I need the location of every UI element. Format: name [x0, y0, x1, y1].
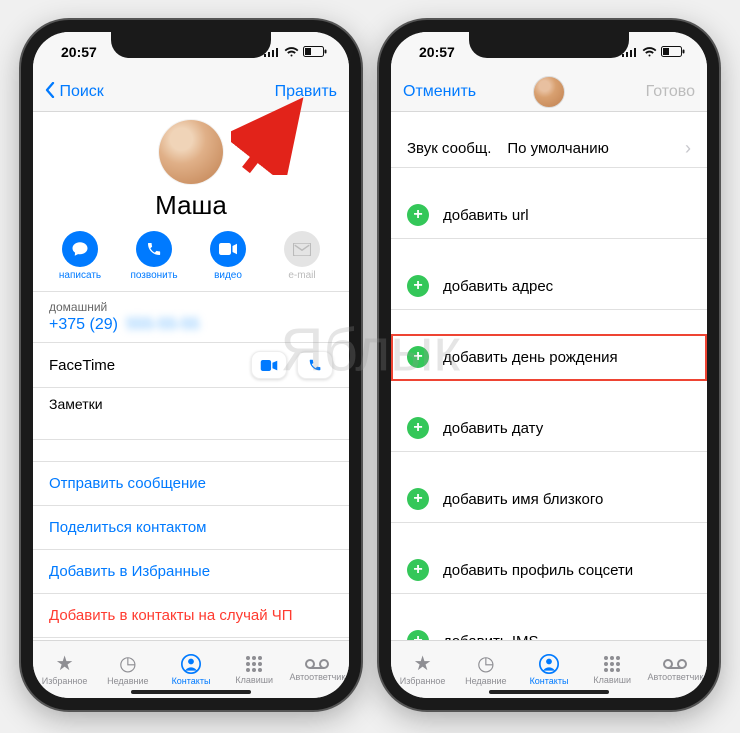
message-action[interactable]: написать: [54, 231, 106, 281]
add-address-label: добавить адрес: [443, 278, 553, 295]
message-label: написать: [59, 270, 101, 281]
phone-icon: [146, 241, 162, 257]
plus-icon: +: [407, 630, 429, 640]
plus-icon: +: [407, 559, 429, 581]
add-url-row[interactable]: + добавить url: [391, 192, 707, 239]
call-label: позвонить: [130, 270, 177, 281]
phone-type-label: домашний: [49, 300, 333, 314]
keypad-icon: [603, 655, 621, 673]
add-ims-label: добавить IMS: [443, 633, 539, 641]
message-icon: [71, 240, 89, 258]
device-right: 20:57 Отменить Готово Звук сообщ. По умо…: [379, 20, 719, 710]
clock-icon: ◷: [477, 654, 494, 674]
call-action[interactable]: позвонить: [128, 231, 180, 281]
facetime-video-button[interactable]: [251, 351, 287, 379]
tab-favorites[interactable]: ★ Избранное: [391, 641, 454, 698]
done-button: Готово: [646, 83, 695, 101]
wifi-icon: [284, 47, 299, 58]
share-contact-link[interactable]: Поделиться контактом: [33, 506, 349, 550]
plus-icon: +: [407, 346, 429, 368]
phone-visible: +375 (29): [49, 316, 118, 333]
device-left: 20:57 Поиск Править: [21, 20, 361, 710]
nav-avatar[interactable]: [533, 76, 565, 108]
tab-favorites[interactable]: ★ Избранное: [33, 641, 96, 698]
status-time: 20:57: [61, 44, 97, 60]
phone-cell[interactable]: домашний +375 (29) 555-55-55: [33, 292, 349, 343]
tab-keypad-label: Клавиши: [593, 675, 631, 685]
message-sound-label: Звук сообщ.: [407, 140, 491, 157]
facetime-cell: FaceTime: [33, 343, 349, 388]
email-label: e-mail: [288, 270, 315, 281]
avatar[interactable]: [159, 120, 223, 184]
nav-bar: Поиск Править: [33, 72, 349, 112]
voicemail-icon: [663, 658, 687, 670]
add-ims-row[interactable]: + добавить IMS: [391, 618, 707, 640]
tab-contacts-label: Контакты: [172, 676, 211, 686]
video-icon: [219, 243, 237, 255]
edit-content: Звук сообщ. По умолчанию › + добавить ur…: [391, 112, 707, 640]
phone-blurred: 555-55-55: [126, 316, 199, 333]
edit-button[interactable]: Править: [275, 83, 337, 101]
video-label: видео: [214, 270, 242, 281]
notch: [111, 32, 271, 58]
home-indicator: [131, 690, 251, 694]
tab-recents-label: Недавние: [107, 676, 148, 686]
battery-icon: [303, 46, 327, 58]
tab-contacts-label: Контакты: [530, 676, 569, 686]
notch: [469, 32, 629, 58]
star-icon: ★: [56, 654, 74, 674]
add-social-row[interactable]: + добавить профиль соцсети: [391, 547, 707, 594]
battery-icon: [661, 46, 685, 58]
add-date-row[interactable]: + добавить дату: [391, 405, 707, 452]
cancel-button[interactable]: Отменить: [403, 83, 476, 101]
facetime-audio-button[interactable]: [297, 351, 333, 379]
notes-cell[interactable]: Заметки: [33, 388, 349, 440]
tab-voicemail-label: Автоответчик: [290, 672, 346, 682]
plus-icon: +: [407, 275, 429, 297]
tab-voicemail-label: Автоответчик: [648, 672, 704, 682]
contact-icon: [539, 654, 559, 674]
facetime-label: FaceTime: [49, 357, 115, 374]
contact-name: Маша: [33, 190, 349, 221]
home-indicator: [489, 690, 609, 694]
voicemail-icon: [305, 658, 329, 670]
add-related-row[interactable]: + добавить имя близкого: [391, 476, 707, 523]
message-sound-value: По умолчанию: [507, 140, 685, 157]
star-icon: ★: [414, 654, 432, 674]
add-favorite-link[interactable]: Добавить в Избранные: [33, 550, 349, 594]
contact-content: Маша написать позвонить видео: [33, 112, 349, 640]
keypad-icon: [245, 655, 263, 673]
add-birthday-row[interactable]: + добавить день рождения: [391, 334, 707, 381]
add-address-row[interactable]: + добавить адрес: [391, 263, 707, 310]
notes-label: Заметки: [49, 396, 103, 412]
back-label: Поиск: [59, 83, 103, 100]
status-time: 20:57: [419, 44, 455, 60]
mail-icon: [293, 243, 311, 256]
nav-bar: Отменить Готово: [391, 72, 707, 112]
plus-icon: +: [407, 417, 429, 439]
add-social-label: добавить профиль соцсети: [443, 562, 633, 579]
wifi-icon: [642, 47, 657, 58]
plus-icon: +: [407, 204, 429, 226]
add-birthday-label: добавить день рождения: [443, 349, 618, 366]
contact-icon: [181, 654, 201, 674]
add-emergency-link[interactable]: Добавить в контакты на случай ЧП: [33, 594, 349, 638]
tab-keypad-label: Клавиши: [235, 675, 273, 685]
tab-recents-label: Недавние: [465, 676, 506, 686]
video-action[interactable]: видео: [202, 231, 254, 281]
message-sound-row[interactable]: Звук сообщ. По умолчанию ›: [391, 130, 707, 168]
add-date-label: добавить дату: [443, 420, 543, 437]
tab-favorites-label: Избранное: [400, 676, 446, 686]
add-related-label: добавить имя близкого: [443, 491, 603, 508]
tab-voicemail[interactable]: Автоответчик: [644, 641, 707, 698]
tab-voicemail[interactable]: Автоответчик: [286, 641, 349, 698]
chevron-right-icon: ›: [685, 138, 691, 159]
plus-icon: +: [407, 488, 429, 510]
clock-icon: ◷: [119, 654, 136, 674]
add-url-label: добавить url: [443, 207, 529, 224]
send-message-link[interactable]: Отправить сообщение: [33, 462, 349, 506]
back-button[interactable]: Поиск: [45, 82, 104, 101]
email-action: e-mail: [276, 231, 328, 281]
tab-favorites-label: Избранное: [42, 676, 88, 686]
